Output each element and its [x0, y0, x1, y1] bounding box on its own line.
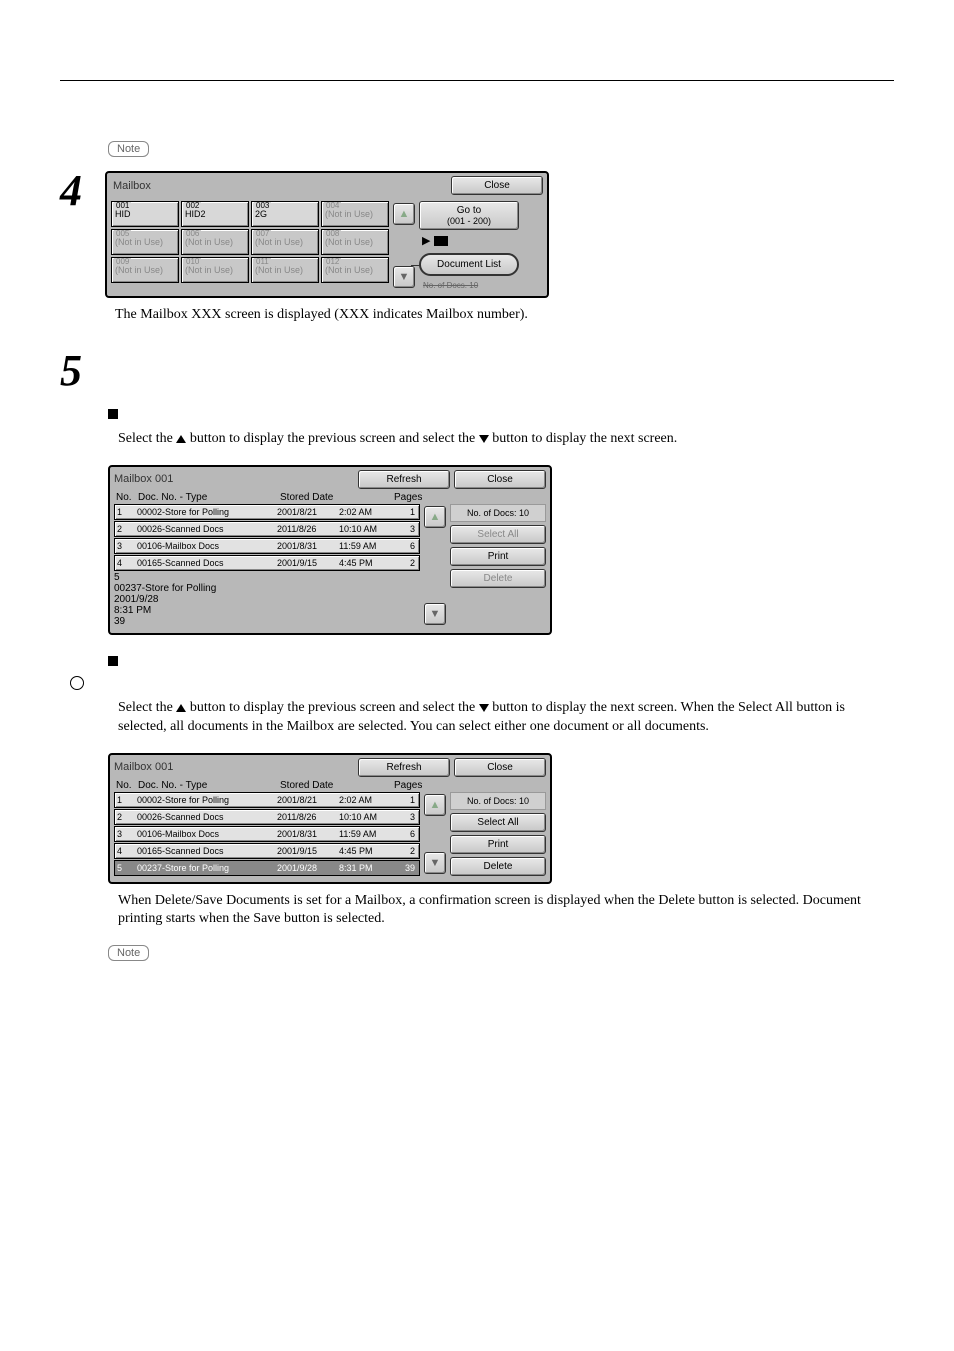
- note-badge: Note: [108, 141, 149, 157]
- triangle-up-icon: [176, 435, 186, 443]
- close-button[interactable]: Close: [454, 470, 546, 489]
- select-arrows-text-2: Select the button to display the previou…: [118, 699, 894, 737]
- bullet-2: [108, 653, 894, 669]
- play-indicator: ▶: [419, 233, 519, 248]
- close-button[interactable]: Close: [454, 758, 546, 777]
- list-title: Mailbox 001: [114, 761, 354, 773]
- list-title: Mailbox 001: [114, 473, 354, 485]
- square-bullet-icon: [108, 656, 118, 666]
- doc-row[interactable]: 400165-Scanned Docs2001/9/154:45 PM2: [114, 555, 420, 571]
- note-badge: Note: [108, 945, 149, 961]
- delete-button-disabled: Delete: [450, 569, 546, 588]
- print-button[interactable]: Print: [450, 547, 546, 566]
- doc-row[interactable]: 400165-Scanned Docs2001/9/154:45 PM2: [114, 843, 420, 859]
- stop-icon: [434, 236, 448, 246]
- mailbox-008[interactable]: 008(Not in Use): [321, 229, 389, 255]
- mailbox-002[interactable]: 002HID2: [181, 201, 249, 227]
- square-bullet-icon: [108, 409, 118, 419]
- doc-row[interactable]: 100002-Store for Polling2001/8/212:02 AM…: [114, 504, 420, 520]
- goto-button[interactable]: Go to (001 - 200): [419, 201, 519, 230]
- goto-range: (001 - 200): [424, 216, 514, 226]
- list-column-headers: No. Doc. No. - Type Stored Date Pages: [110, 492, 550, 504]
- print-button[interactable]: Print: [450, 835, 546, 854]
- doc-row[interactable]: 100002-Store for Polling2001/8/212:02 AM…: [114, 792, 420, 808]
- doc-row[interactable]: 500237-Store for Polling2001/9/288:31 PM…: [114, 572, 420, 627]
- doc-row[interactable]: 200026-Scanned Docs2011/8/2610:10 AM3: [114, 809, 420, 825]
- goto-label: Go to: [424, 205, 514, 216]
- mailbox-001[interactable]: 001HID: [111, 201, 179, 227]
- mailbox-011[interactable]: 011(Not in Use): [251, 257, 319, 283]
- delete-button[interactable]: Delete: [450, 857, 546, 876]
- mailbox-panel: Mailbox Close 001HID 002HID2 0032G 004(N…: [105, 171, 549, 298]
- mailbox-003[interactable]: 0032G: [251, 201, 319, 227]
- select-all-button[interactable]: Select All: [450, 525, 546, 544]
- mailbox-009[interactable]: 009(Not in Use): [111, 257, 179, 283]
- refresh-button[interactable]: Refresh: [358, 758, 450, 777]
- doc-row[interactable]: 200026-Scanned Docs2011/8/2610:10 AM3: [114, 521, 420, 537]
- mailbox-caption: The Mailbox XXX screen is displayed (XXX…: [115, 306, 894, 325]
- mailbox-list-panel-2: Mailbox 001 Refresh Close No. Doc. No. -…: [108, 753, 552, 884]
- document-list-button[interactable]: Document List: [419, 253, 519, 276]
- step-number-4: 4: [60, 165, 105, 216]
- scroll-down-button[interactable]: ▼: [424, 852, 446, 874]
- mailbox-005[interactable]: 005(Not in Use): [111, 229, 179, 255]
- refresh-button[interactable]: Refresh: [358, 470, 450, 489]
- select-all-button[interactable]: Select All: [450, 813, 546, 832]
- doc-count: No. of Docs: 10: [450, 504, 546, 522]
- circle-marker: [70, 675, 894, 691]
- doc-row[interactable]: 300106-Mailbox Docs2001/8/3111:59 AM6: [114, 826, 420, 842]
- no-of-docs-strike: No. of Docs. 10: [419, 281, 519, 290]
- bullet-1: [108, 406, 894, 422]
- doc-row[interactable]: 300106-Mailbox Docs2001/8/3111:59 AM6: [114, 538, 420, 554]
- mailbox-012[interactable]: 012(Not in Use): [321, 257, 389, 283]
- mailbox-004[interactable]: 004(Not in Use): [321, 201, 389, 227]
- mailbox-006[interactable]: 006(Not in Use): [181, 229, 249, 255]
- play-icon: ▶: [422, 234, 430, 247]
- doc-row-selected[interactable]: 500237-Store for Polling2001/9/288:31 PM…: [114, 860, 420, 876]
- select-arrows-text-1: Select the button to display the previou…: [118, 430, 894, 449]
- circle-icon: [70, 676, 84, 690]
- scroll-up-button[interactable]: ▲: [424, 506, 446, 528]
- doc-count: No. of Docs: 10: [450, 792, 546, 810]
- scroll-up-button[interactable]: ▲: [424, 794, 446, 816]
- scroll-down-button[interactable]: ▼: [424, 603, 446, 625]
- close-button[interactable]: Close: [451, 176, 543, 195]
- step-number-5: 5: [60, 345, 105, 396]
- mailbox-list-panel-1: Mailbox 001 Refresh Close No. Doc. No. -…: [108, 465, 552, 635]
- list-column-headers: No. Doc. No. - Type Stored Date Pages: [110, 780, 550, 792]
- mailbox-007[interactable]: 007(Not in Use): [251, 229, 319, 255]
- scroll-down-button[interactable]: ▼: [393, 266, 415, 288]
- triangle-up-icon: [176, 704, 186, 712]
- top-rule: [60, 80, 894, 81]
- scroll-up-button[interactable]: ▲: [393, 203, 415, 225]
- mailbox-panel-title: Mailbox: [113, 180, 451, 192]
- mailbox-010[interactable]: 010(Not in Use): [181, 257, 249, 283]
- triangle-down-icon: [479, 704, 489, 712]
- delete-save-text: When Delete/Save Documents is set for a …: [118, 892, 894, 930]
- mailbox-grid: 001HID 002HID2 0032G 004(Not in Use) 005…: [111, 201, 389, 290]
- triangle-down-icon: [479, 435, 489, 443]
